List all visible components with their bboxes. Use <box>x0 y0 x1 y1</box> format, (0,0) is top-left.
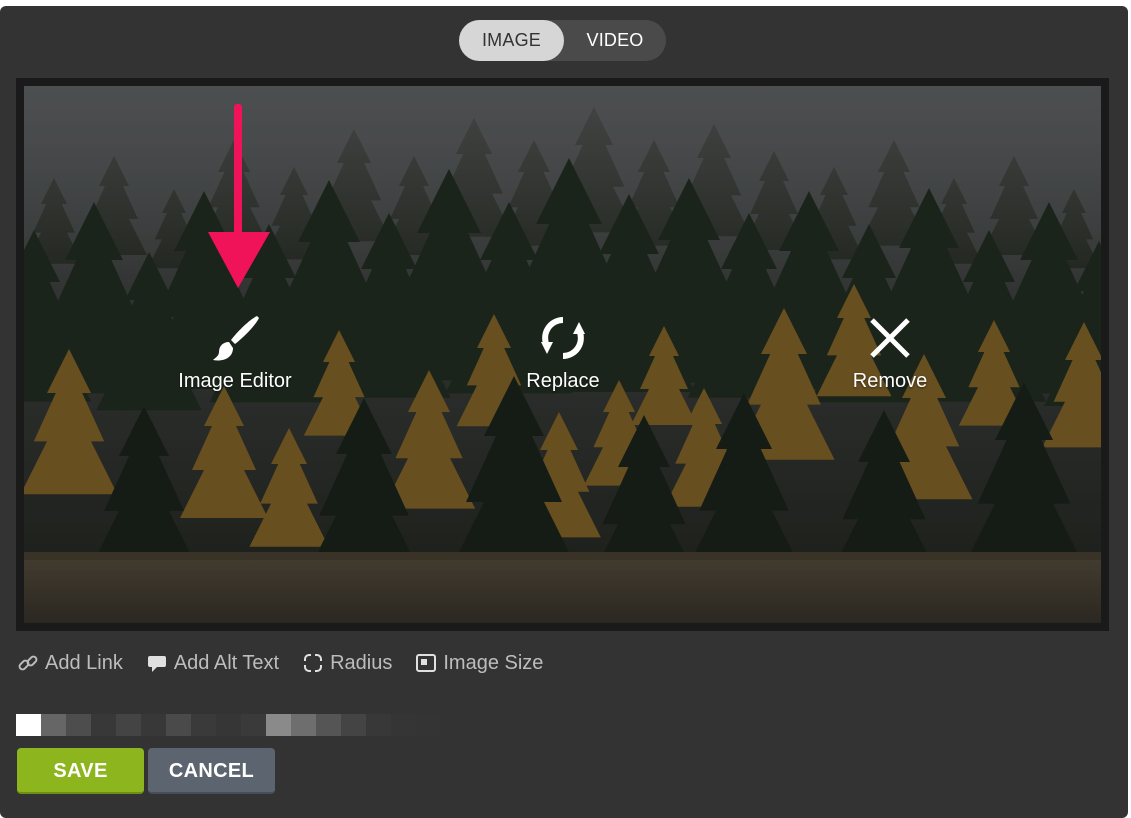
cancel-button[interactable]: CANCEL <box>148 748 275 794</box>
annotation-arrow <box>208 104 270 288</box>
image-size-label: Image Size <box>443 651 544 674</box>
close-icon <box>870 318 910 358</box>
corner-radius-icon <box>304 654 323 672</box>
replace-button[interactable]: Replace <box>498 312 628 393</box>
image-editor-button[interactable]: Image Editor <box>160 312 310 393</box>
remove-button[interactable]: Remove <box>830 312 950 393</box>
add-alt-text-button[interactable]: Add Alt Text <box>147 652 279 675</box>
radius-label: Radius <box>330 651 393 674</box>
remove-label: Remove <box>852 370 928 392</box>
add-alt-text-label: Add Alt Text <box>173 651 280 674</box>
image-size-icon <box>416 654 437 672</box>
radius-button[interactable]: Radius <box>303 652 392 675</box>
add-link-label: Add Link <box>45 651 123 674</box>
add-link-button[interactable]: Add Link <box>18 652 123 675</box>
speech-bubble-icon <box>147 656 166 672</box>
replace-label: Replace <box>526 370 600 392</box>
link-icon <box>18 655 38 671</box>
image-tab[interactable]: IMAGE <box>459 20 564 61</box>
redacted-content <box>16 714 441 736</box>
image-options-toolbar: Add Link Add Alt Text Radius Image Size <box>18 648 567 678</box>
image-size-button[interactable]: Image Size <box>416 652 543 675</box>
save-button[interactable]: SAVE <box>17 748 144 794</box>
media-type-toggle: IMAGE VIDEO <box>459 20 666 61</box>
video-tab[interactable]: VIDEO <box>564 20 666 61</box>
paintbrush-icon <box>213 316 259 361</box>
refresh-icon <box>541 317 585 359</box>
image-editor-label: Image Editor <box>178 370 292 392</box>
